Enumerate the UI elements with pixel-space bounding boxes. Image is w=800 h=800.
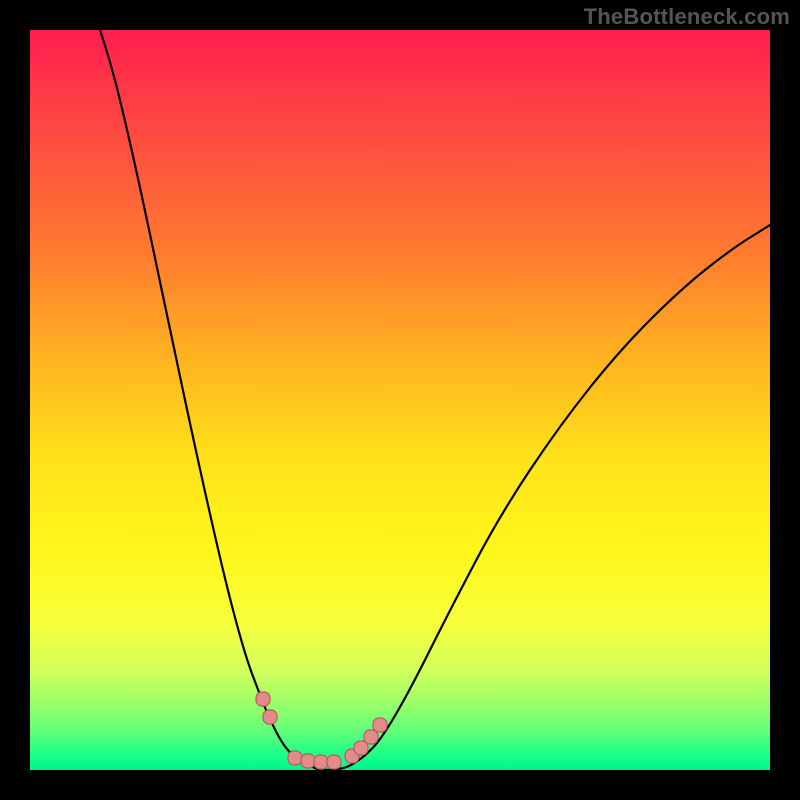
bead-marker — [314, 755, 328, 769]
watermark-text: TheBottleneck.com — [584, 4, 790, 30]
bead-marker — [373, 718, 387, 732]
curves-svg — [30, 30, 770, 770]
bead-marker — [288, 751, 302, 765]
bead-marker — [327, 755, 341, 769]
left-curve — [100, 30, 319, 770]
bead-marker — [301, 754, 315, 768]
chart-frame: TheBottleneck.com — [0, 0, 800, 800]
plot-area — [30, 30, 770, 770]
bead-marker — [256, 692, 270, 706]
right-curve — [319, 225, 770, 770]
bead-marker — [364, 730, 378, 744]
bead-marker — [263, 710, 277, 724]
